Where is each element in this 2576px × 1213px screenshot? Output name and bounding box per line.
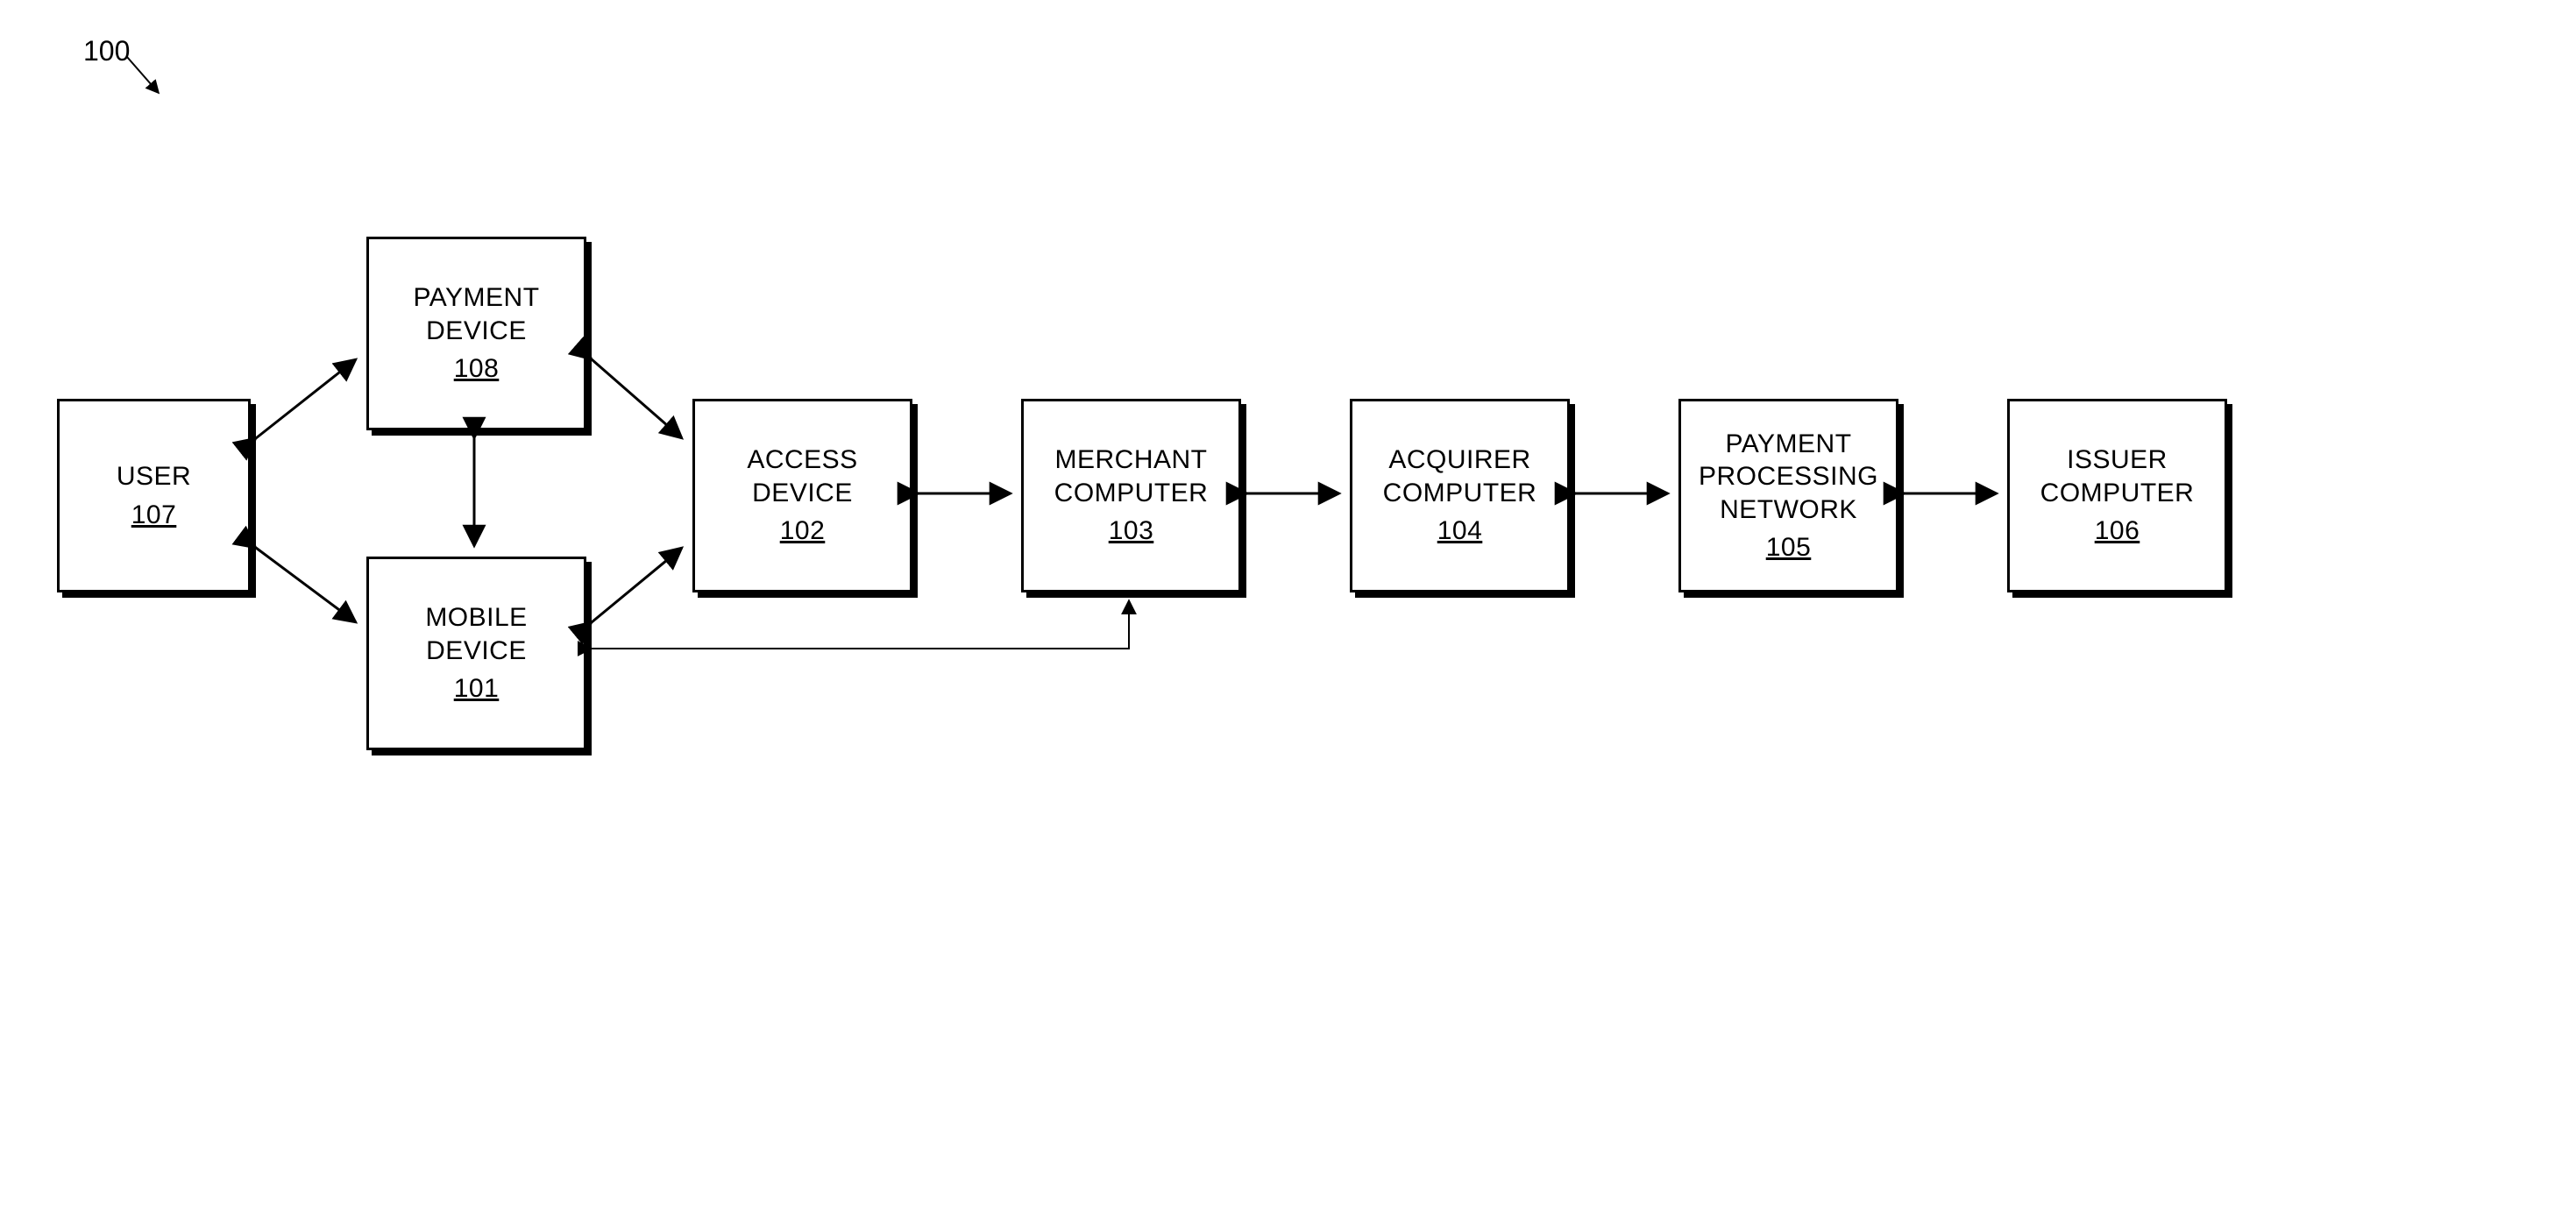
edge-mobile-merchant bbox=[592, 600, 1129, 649]
node-payment-device-ref: 108 bbox=[454, 352, 500, 386]
node-user-title: USER bbox=[117, 460, 191, 493]
node-user-ref: 107 bbox=[131, 499, 177, 532]
node-ppn-title: PAYMENT PROCESSING NETWORK bbox=[1699, 428, 1878, 527]
node-issuer-computer: ISSUER COMPUTER 106 bbox=[2007, 399, 2227, 592]
node-access-device: ACCESS DEVICE 102 bbox=[692, 399, 912, 592]
node-mobile-device-ref: 101 bbox=[454, 672, 500, 706]
node-ppn-ref: 105 bbox=[1766, 531, 1812, 564]
node-issuer-ref: 106 bbox=[2095, 514, 2140, 548]
node-access-device-title: ACCESS DEVICE bbox=[747, 443, 857, 509]
diagram-canvas: 100 USER 107 PAYMENT DEVICE 108 MOBILE D… bbox=[0, 0, 2576, 1213]
node-access-device-ref: 102 bbox=[780, 514, 826, 548]
edge-user-payment bbox=[256, 359, 356, 438]
node-acquirer-computer: ACQUIRER COMPUTER 104 bbox=[1350, 399, 1570, 592]
node-payment-device: PAYMENT DEVICE 108 bbox=[366, 237, 586, 430]
node-payment-processing-network: PAYMENT PROCESSING NETWORK 105 bbox=[1678, 399, 1898, 592]
node-user: USER 107 bbox=[57, 399, 251, 592]
node-issuer-title: ISSUER COMPUTER bbox=[2040, 443, 2195, 509]
edge-mobile-access bbox=[592, 548, 682, 622]
node-acquirer-ref: 104 bbox=[1437, 514, 1483, 548]
node-merchant-title: MERCHANT COMPUTER bbox=[1054, 443, 1209, 509]
node-merchant-ref: 103 bbox=[1109, 514, 1154, 548]
node-payment-device-title: PAYMENT DEVICE bbox=[413, 281, 539, 347]
lead-line-arrow bbox=[123, 53, 175, 105]
node-mobile-device: MOBILE DEVICE 101 bbox=[366, 557, 586, 750]
node-acquirer-title: ACQUIRER COMPUTER bbox=[1383, 443, 1537, 509]
edge-payment-access bbox=[592, 359, 682, 438]
node-merchant-computer: MERCHANT COMPUTER 103 bbox=[1021, 399, 1241, 592]
edge-user-mobile bbox=[256, 548, 356, 622]
node-mobile-device-title: MOBILE DEVICE bbox=[425, 601, 527, 667]
